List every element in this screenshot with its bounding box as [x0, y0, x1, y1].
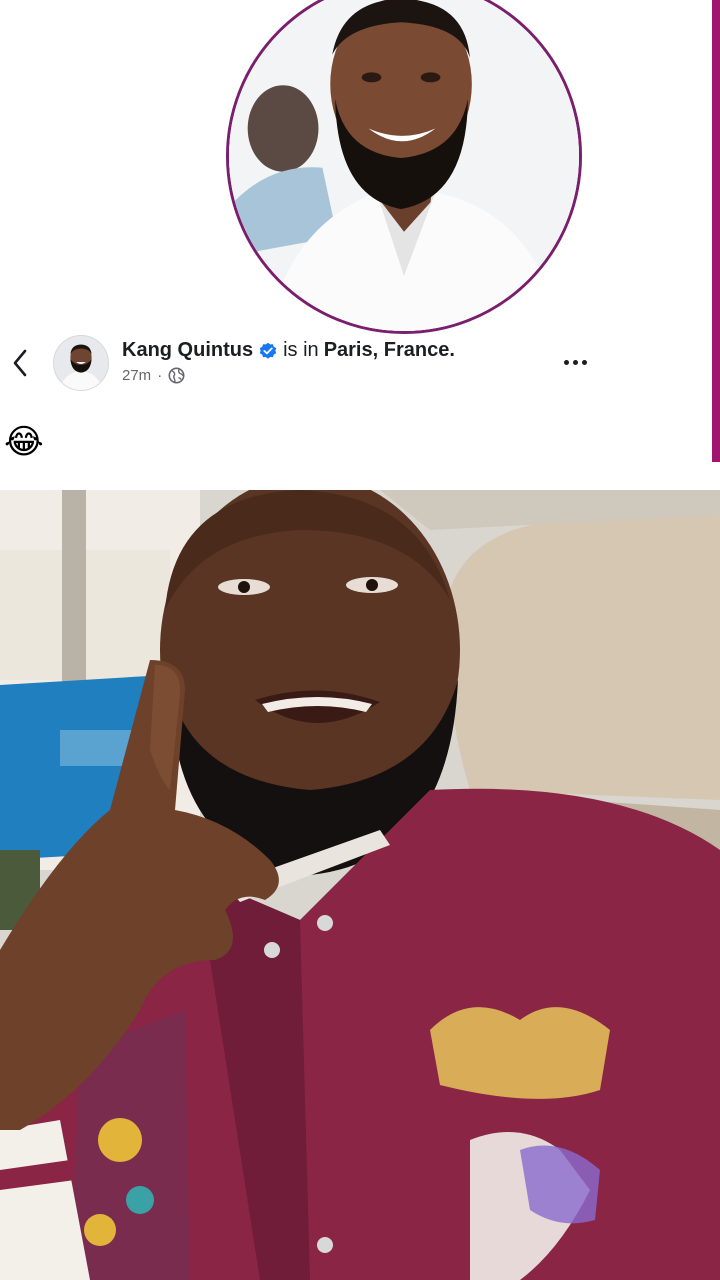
- verified-badge-icon: [259, 342, 277, 360]
- video-still: [0, 490, 720, 1280]
- more-options-button[interactable]: [558, 350, 592, 374]
- meta-separator: ·: [157, 367, 163, 384]
- location-link[interactable]: Paris, France.: [324, 339, 455, 362]
- chevron-left-icon: [13, 349, 27, 377]
- post-header: Kang Quintus is in Paris, France. 27m ·: [0, 330, 712, 394]
- post-time[interactable]: 27m: [122, 367, 151, 384]
- status-text: is in: [283, 339, 319, 361]
- more-horizontal-icon: [563, 359, 569, 365]
- back-button[interactable]: [6, 346, 34, 380]
- post-header-line: Kang Quintus is in Paris, France.: [122, 339, 455, 362]
- author-name[interactable]: Kang Quintus: [122, 339, 253, 362]
- profile-photo: [226, 0, 582, 334]
- post-meta: 27m ·: [122, 367, 185, 384]
- post-body: 😂: [4, 422, 48, 466]
- laughing-emoji: 😂: [4, 423, 44, 461]
- accent-strip: [712, 0, 720, 462]
- globe-icon: [168, 367, 185, 384]
- post-screenshot: Kang Quintus is in Paris, France. 27m ·: [0, 0, 720, 490]
- author-avatar[interactable]: [53, 335, 109, 391]
- video-frame[interactable]: [0, 490, 720, 1280]
